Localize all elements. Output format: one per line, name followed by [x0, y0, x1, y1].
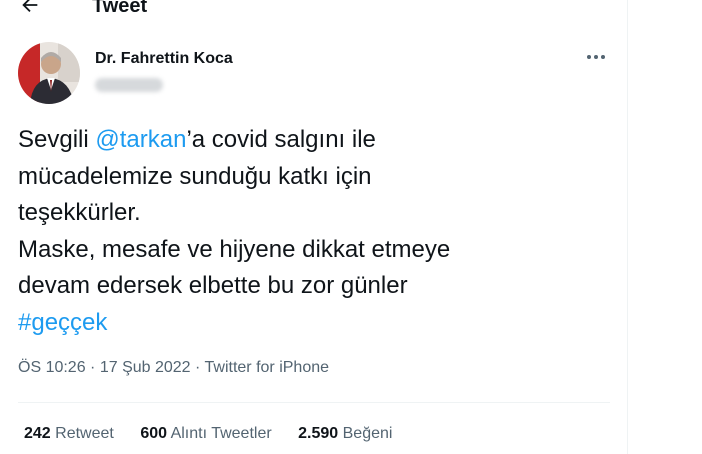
tweet-stats: 242 Retweet 600 Alıntı Tweetler 2.590 Be… — [24, 424, 414, 444]
page-title: Tweet — [92, 0, 148, 17]
mention-link[interactable]: @tarkan — [95, 126, 186, 153]
tweet-time[interactable]: ÖS 10:26 — [18, 359, 86, 376]
tweet-text: Sevgili @tarkan’a covid salgını ile müca… — [18, 122, 618, 341]
divider — [18, 402, 610, 403]
author-name[interactable]: Dr. Fahrettin Koca — [95, 49, 233, 69]
page-header: Tweet — [0, 0, 628, 22]
tweet-detail-column: Tweet Dr. Fahrettin Koca Sevgili @tarkan… — [0, 0, 628, 454]
tweet-meta: ÖS 10:26 · 17 Şub 2022 · Twitter for iPh… — [18, 358, 329, 378]
more-button[interactable] — [584, 48, 608, 66]
back-button[interactable] — [18, 0, 42, 17]
meta-separator: · — [190, 359, 205, 376]
quotes-label: Alıntı Tweetler — [170, 425, 272, 442]
meta-separator: · — [85, 359, 100, 376]
more-horizontal-icon — [587, 55, 605, 59]
likes-stat[interactable]: 2.590 Beğeni — [298, 424, 392, 444]
avatar[interactable] — [18, 42, 80, 104]
retweets-count: 242 — [24, 425, 51, 442]
tweet-text-part: Sevgili — [18, 126, 96, 153]
hashtag-link[interactable]: #geççek — [18, 309, 107, 336]
tweet-date[interactable]: 17 Şub 2022 — [100, 359, 191, 376]
likes-label: Beğeni — [342, 425, 393, 442]
tweet-source[interactable]: Twitter for iPhone — [205, 359, 330, 376]
likes-count: 2.590 — [298, 425, 339, 442]
quotes-stat[interactable]: 600 Alıntı Tweetler — [140, 424, 271, 444]
retweets-stat[interactable]: 242 Retweet — [24, 424, 114, 444]
retweets-label: Retweet — [55, 425, 114, 442]
tweet-author: Dr. Fahrettin Koca — [18, 42, 610, 104]
arrow-left-icon — [22, 0, 38, 13]
blurred-handle — [95, 78, 163, 92]
quotes-count: 600 — [140, 425, 168, 442]
